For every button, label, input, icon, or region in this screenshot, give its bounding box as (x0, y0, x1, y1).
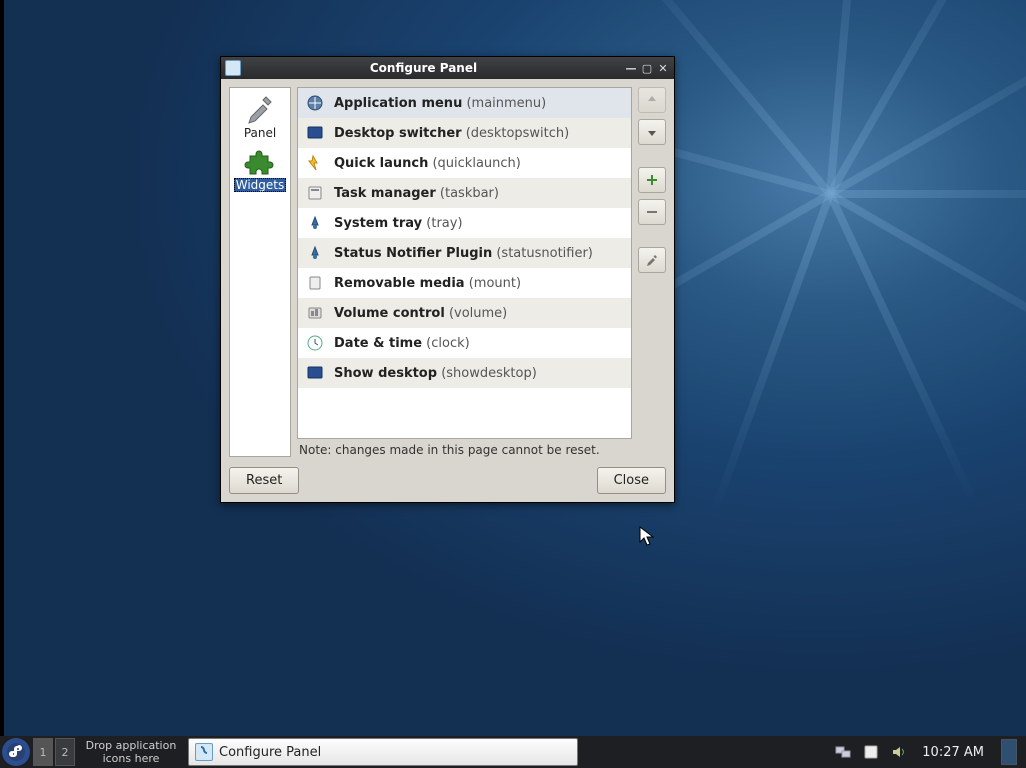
sidebar-item-panel[interactable]: Panel (233, 92, 287, 142)
taskbar-icon (306, 184, 324, 202)
widget-id: (desktopswitch) (466, 126, 570, 141)
quicklaunch-drop-area[interactable]: Drop application icons here (76, 738, 186, 766)
list-item[interactable]: Task manager (taskbar) (298, 178, 631, 208)
move-down-button[interactable] (638, 119, 666, 145)
widget-name: Removable media (334, 276, 465, 291)
widget-name: Status Notifier Plugin (334, 246, 492, 261)
close-window-button[interactable]: ✕ (656, 61, 670, 75)
widget-id: (taskbar) (440, 186, 499, 201)
list-item[interactable]: Status Notifier Plugin (statusnotifier) (298, 238, 631, 268)
widget-id: (statusnotifier) (496, 246, 593, 261)
maximize-button[interactable]: ▢ (640, 61, 654, 75)
show-desktop-button[interactable] (1001, 739, 1017, 765)
volume-icon (306, 304, 324, 322)
wrench-icon (244, 94, 276, 126)
widget-name: Desktop switcher (334, 126, 462, 141)
application-menu-button[interactable] (2, 738, 30, 766)
widget-id: (quicklaunch) (432, 156, 520, 171)
add-widget-button[interactable] (638, 167, 666, 193)
sidebar-item-label: Panel (244, 126, 276, 140)
task-title: Configure Panel (219, 745, 321, 760)
panel-taskbar: 1 2 Drop application icons here Configur… (0, 736, 1026, 768)
fedora-icon (6, 742, 26, 762)
move-up-button[interactable] (638, 87, 666, 113)
list-item[interactable]: Date & time (clock) (298, 328, 631, 358)
titlebar[interactable]: Configure Panel — ▢ ✕ (221, 57, 674, 79)
quicklaunch-icon (306, 154, 324, 172)
menu-icon (306, 94, 324, 112)
network-icon[interactable] (834, 743, 852, 761)
workspace-2-button[interactable]: 2 (55, 738, 75, 766)
clock[interactable]: 10:27 AM (918, 745, 988, 760)
sidebar-item-widgets[interactable]: Widgets (233, 144, 287, 194)
task-icon (195, 743, 213, 761)
widget-name: Date & time (334, 336, 422, 351)
mouse-cursor (639, 526, 655, 548)
show-desktop-icon (306, 364, 324, 382)
removable-media-tray-icon[interactable] (862, 743, 880, 761)
status-notifier-icon (306, 244, 324, 262)
widget-name: Task manager (334, 186, 436, 201)
remove-widget-button[interactable] (638, 199, 666, 225)
window-title: Configure Panel (225, 61, 622, 75)
widget-id: (volume) (449, 306, 507, 321)
configure-panel-window: Configure Panel — ▢ ✕ Panel Widgets (220, 56, 675, 503)
tray-icon (306, 214, 324, 232)
widget-actions (638, 87, 666, 457)
widget-name: Quick launch (334, 156, 428, 171)
widget-list[interactable]: Application menu (mainmenu) Desktop swit… (297, 87, 632, 439)
removable-media-icon (306, 274, 324, 292)
system-tray: 10:27 AM (828, 739, 1026, 765)
widget-id: (showdesktop) (441, 366, 537, 381)
clock-icon (306, 334, 324, 352)
category-sidebar: Panel Widgets (229, 87, 291, 457)
widgets-note: Note: changes made in this page cannot b… (297, 443, 632, 457)
puzzle-icon (244, 146, 276, 178)
list-item[interactable]: Removable media (mount) (298, 268, 631, 298)
widget-name: Show desktop (334, 366, 437, 381)
volume-tray-icon[interactable] (890, 743, 908, 761)
widget-name: Volume control (334, 306, 445, 321)
sidebar-item-label: Widgets (234, 178, 287, 192)
widget-id: (mainmenu) (466, 96, 546, 111)
widget-id: (clock) (426, 336, 470, 351)
widget-id: (mount) (469, 276, 521, 291)
widget-name: System tray (334, 216, 422, 231)
list-item[interactable]: System tray (tray) (298, 208, 631, 238)
list-item[interactable]: Desktop switcher (desktopswitch) (298, 118, 631, 148)
reset-button[interactable]: Reset (229, 467, 299, 494)
close-button[interactable]: Close (597, 467, 666, 494)
configure-widget-button[interactable] (638, 247, 666, 273)
list-item[interactable]: Application menu (mainmenu) (298, 88, 631, 118)
desktop-switcher-icon (306, 124, 324, 142)
list-item[interactable]: Volume control (volume) (298, 298, 631, 328)
list-item[interactable]: Quick launch (quicklaunch) (298, 148, 631, 178)
minimize-button[interactable]: — (624, 61, 638, 75)
list-item[interactable]: Show desktop (showdesktop) (298, 358, 631, 388)
task-entry-configure-panel[interactable]: Configure Panel (188, 738, 578, 766)
workspace-1-button[interactable]: 1 (33, 738, 53, 766)
widget-id: (tray) (426, 216, 462, 231)
widget-name: Application menu (334, 96, 462, 111)
